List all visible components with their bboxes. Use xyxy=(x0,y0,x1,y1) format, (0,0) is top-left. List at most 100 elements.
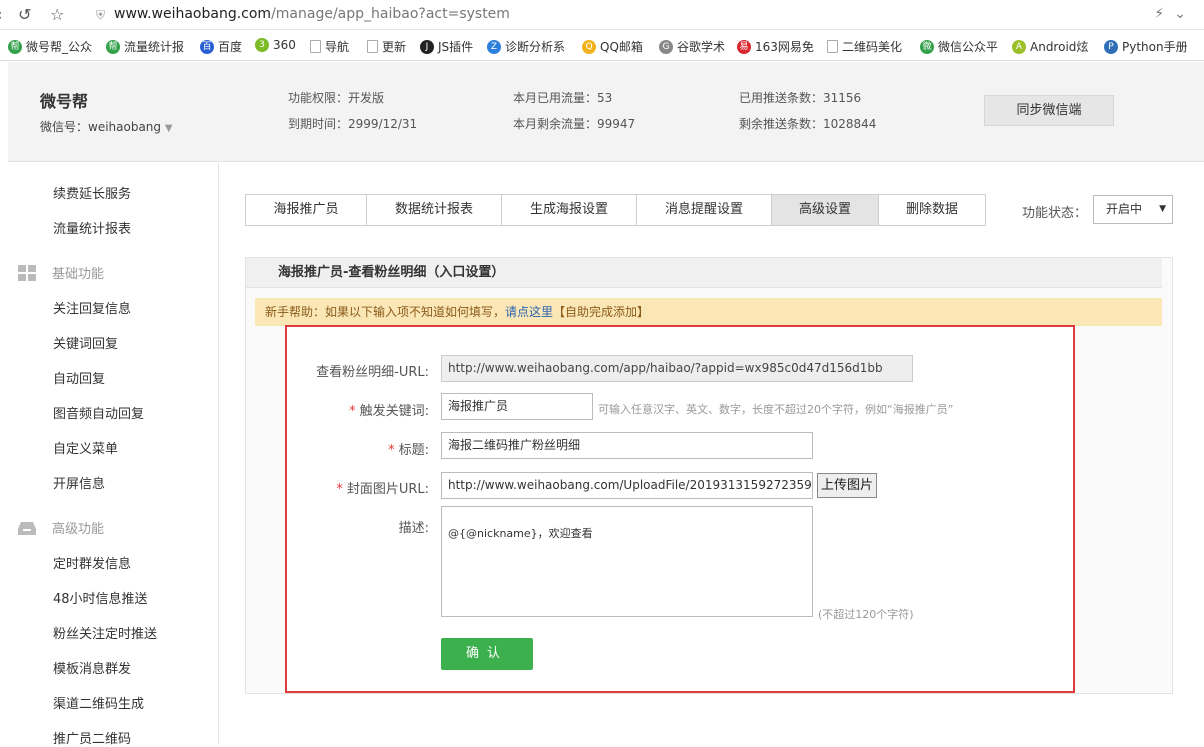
bookmark-item[interactable]: A Android炫 xyxy=(1012,38,1088,55)
bookmark-item[interactable]: 3 360 xyxy=(255,38,296,52)
bookmark-item[interactable]: Z 诊断分析系 xyxy=(487,38,565,55)
sidebar-item-renew[interactable]: 续费延长服务 xyxy=(53,183,131,202)
bookmark-item[interactable]: 百百度 xyxy=(200,38,242,55)
confirm-button[interactable]: 确认 xyxy=(441,638,533,670)
tab-message-reminder[interactable]: 消息提醒设置 xyxy=(637,195,772,225)
star-icon[interactable]: ☆ xyxy=(50,5,64,24)
sync-wechat-button[interactable]: 同步微信端 xyxy=(984,95,1114,126)
tab-data-report[interactable]: 数据统计报表 xyxy=(367,195,502,225)
bookmark-favicon-icon: Q xyxy=(582,39,596,54)
bookmark-label: 更新 xyxy=(382,40,407,54)
panel-title: 海报推广员-查看粉丝明细（入口设置） xyxy=(246,258,1162,288)
sidebar-item-auto-reply[interactable]: 自动回复 xyxy=(53,368,105,387)
sidebar-item-media-reply[interactable]: 图音频自动回复 xyxy=(53,403,144,422)
bookmark-label: 诊断分析系 xyxy=(505,40,566,54)
sidebar-item-follow-reply[interactable]: 关注回复信息 xyxy=(53,298,131,317)
bookmark-item[interactable]: 导航 xyxy=(310,38,349,55)
stat-permission: 功能权限：开发版 xyxy=(288,91,385,105)
sidebar-group-advanced: 高级功能 xyxy=(18,518,104,537)
desc-hint: (不超过120个字符) xyxy=(818,608,914,621)
stat-traffic-used: 本月已用流量：53 xyxy=(513,91,613,105)
bookmark-favicon-icon xyxy=(310,40,321,53)
shield-icon: ⛨ xyxy=(96,8,106,22)
bookmark-label: 流量统计报 xyxy=(124,40,185,54)
sidebar-group-basic-label: 基础功能 xyxy=(52,267,105,282)
browser-address-bar: ‹ ↺ ☆ ⛨ www.weihaobang.com/manage/app_ha… xyxy=(0,0,1204,30)
reload-icon[interactable]: ↺ xyxy=(18,5,31,24)
bookmark-label: JS插件 xyxy=(438,40,474,54)
bookmark-label: 微信公众平 xyxy=(938,40,999,54)
wx-account-switcher[interactable]: 微信号：weihaobang ▼ xyxy=(40,118,173,135)
title-input[interactable]: 海报二维码推广粉丝明细 xyxy=(441,432,813,459)
bookmark-label: Python手册 xyxy=(1122,40,1188,54)
upload-image-button[interactable]: 上传图片 xyxy=(817,473,878,498)
func-status-value: 开启中 xyxy=(1106,202,1143,216)
sidebar-item-custom-menu[interactable]: 自定义菜单 xyxy=(53,438,118,457)
bookmark-item[interactable]: 帮流量统计报 xyxy=(106,38,184,55)
bookmark-label: 二维码美化 xyxy=(842,40,903,54)
description-textarea[interactable]: @{@nickname}，欢迎查看 xyxy=(441,506,813,617)
func-status-select[interactable]: 开启中 ▼ xyxy=(1093,195,1173,224)
sidebar-item-scheduled-mass[interactable]: 定时群发信息 xyxy=(53,553,131,572)
help-link[interactable]: 请点这里 xyxy=(505,305,553,319)
tab-poster-promoter[interactable]: 海报推广员 xyxy=(246,195,367,225)
stat-push-left: 剩余推送条数：1028844 xyxy=(739,117,877,131)
sidebar-item-splash[interactable]: 开屏信息 xyxy=(53,473,105,492)
flash-icon[interactable]: ⚡ xyxy=(1154,6,1174,22)
cover-url-input[interactable]: http://www.weihaobang.com/UploadFile/201… xyxy=(441,472,813,499)
bookmark-label: Android炫 xyxy=(1030,40,1089,54)
bookmark-favicon-icon: G xyxy=(659,39,673,54)
tab-bar: 海报推广员 数据统计报表 生成海报设置 消息提醒设置 高级设置 删除数据 xyxy=(245,194,986,226)
stat-traffic-left: 本月剩余流量：99947 xyxy=(513,117,636,131)
sidebar-item-promoter-qrcode[interactable]: 推广员二维码 xyxy=(53,728,131,747)
inbox-icon xyxy=(18,521,36,535)
tab-advanced-settings[interactable]: 高级设置 xyxy=(772,195,879,225)
bookmark-item[interactable]: 易 163网易免 xyxy=(737,38,814,55)
required-mark: * xyxy=(349,404,356,419)
sidebar-item-follow-timed-push[interactable]: 粉丝关注定时推送 xyxy=(53,623,157,642)
sidebar-item-traffic-report[interactable]: 流量统计报表 xyxy=(53,218,131,237)
fans-detail-url-field[interactable]: http://www.weihaobang.com/app/haibao/?ap… xyxy=(441,355,913,382)
entry-settings-form: 查看粉丝明细-URL: http://www.weihaobang.com/ap… xyxy=(285,325,1075,693)
tab-poster-settings[interactable]: 生成海报设置 xyxy=(502,195,637,225)
tab-delete-data[interactable]: 删除数据 xyxy=(879,195,985,225)
func-status-label: 功能状态： xyxy=(1022,206,1088,221)
url-text[interactable]: www.weihaobang.com/manage/app_haibao?act… xyxy=(114,6,510,22)
url-domain: www.weihaobang.com xyxy=(114,6,272,22)
bookmark-item[interactable]: 帮微号帮_公众 xyxy=(8,38,92,55)
bookmark-favicon-icon: 3 xyxy=(255,38,269,52)
sidebar-item-template-mass[interactable]: 模板消息群发 xyxy=(53,658,131,677)
bookmark-favicon-icon: 微 xyxy=(920,39,934,54)
stat-expiry: 到期时间：2999/12/31 xyxy=(288,117,418,131)
bookmark-item[interactable]: Q QQ邮箱 xyxy=(582,38,643,55)
bookmark-item[interactable]: 二维码美化 xyxy=(827,38,902,55)
url-path: /manage/app_haibao?act=system xyxy=(271,6,510,22)
desc-label: 描述: xyxy=(398,521,429,536)
sidebar-item-channel-qrcode[interactable]: 渠道二维码生成 xyxy=(53,693,144,712)
bookmark-item[interactable]: 更新 xyxy=(367,38,406,55)
bookmark-favicon-icon: 帮 xyxy=(8,39,22,54)
back-icon[interactable]: ‹ xyxy=(0,5,2,24)
keyword-input[interactable]: 海报推广员 xyxy=(441,393,593,420)
bookmark-favicon-icon: Z xyxy=(487,39,501,54)
bookmark-item[interactable]: J JS插件 xyxy=(420,38,473,55)
bookmark-label: 谷歌学术 xyxy=(677,40,726,54)
bookmark-item[interactable]: G 谷歌学术 xyxy=(659,38,725,55)
sidebar-item-keyword-reply[interactable]: 关键词回复 xyxy=(53,333,118,352)
sidebar: 续费延长服务 流量统计报表 基础功能 关注回复信息 关键词回复 自动回复 图音频… xyxy=(8,163,219,747)
url-label: 查看粉丝明细-URL: xyxy=(316,365,429,380)
required-mark: * xyxy=(336,482,343,497)
bookmark-favicon-icon: P xyxy=(1104,39,1118,54)
cover-label-text: 封面图片URL: xyxy=(346,482,429,497)
sidebar-group-advanced-label: 高级功能 xyxy=(52,522,105,537)
stat-push-used: 已用推送条数：31156 xyxy=(739,91,862,105)
chevron-down-icon[interactable]: ⌄ xyxy=(1174,6,1196,22)
sidebar-group-basic: 基础功能 xyxy=(18,263,104,282)
sidebar-item-48h-push[interactable]: 48小时信息推送 xyxy=(53,588,148,607)
required-mark: * xyxy=(388,443,395,458)
bookmark-item[interactable]: 微微信公众平 xyxy=(920,38,998,55)
wx-account-label: 微信号：weihaobang xyxy=(40,120,162,134)
bookmark-label: 163网易免 xyxy=(755,40,814,54)
bookmark-label: 微号帮_公众 xyxy=(26,40,93,54)
bookmark-item[interactable]: P Python手册 xyxy=(1104,38,1188,55)
